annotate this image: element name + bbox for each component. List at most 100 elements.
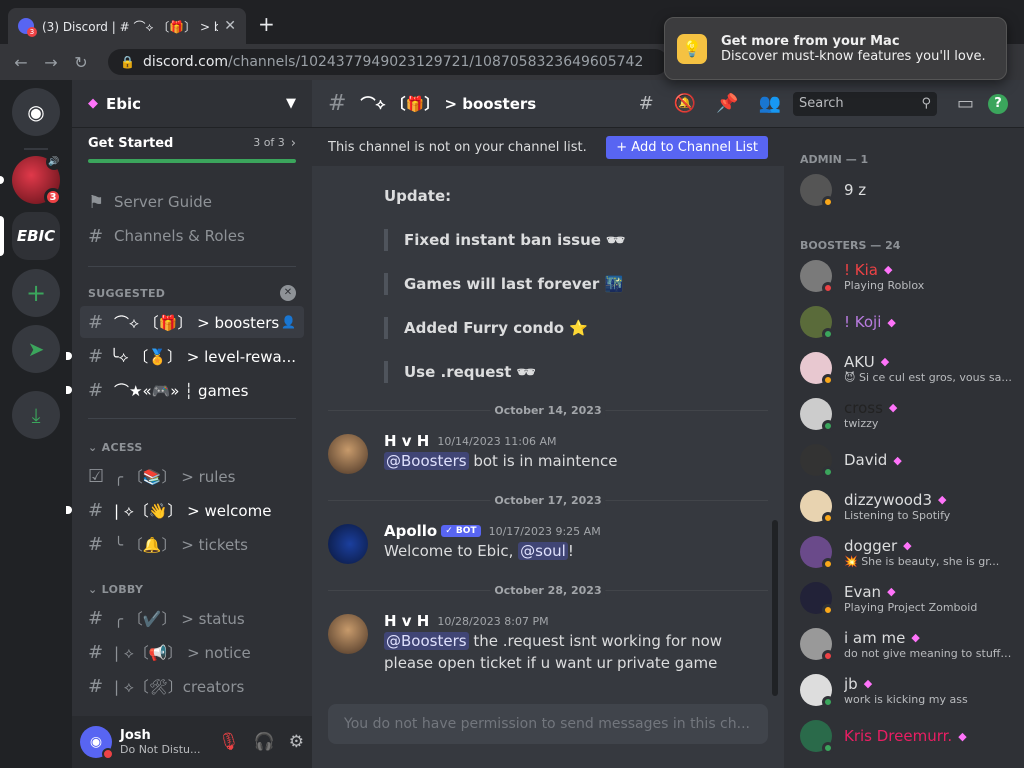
channel-games[interactable]: # ⌒★«🎮» ┆ games	[80, 374, 304, 406]
hash-icon: #	[88, 533, 104, 555]
notification-bell-off-icon[interactable]: 🔕	[674, 93, 696, 114]
category-suggested[interactable]: SUGGESTED	[88, 287, 165, 300]
user-mention[interactable]: @soul	[518, 542, 568, 560]
notification-title: Get more from your Mac	[721, 33, 900, 49]
channel-boosters[interactable]: # ⌒⟡ 〔🎁〕 > boosters 👤	[80, 306, 304, 338]
server-icon-ebic[interactable]: EBIC	[12, 212, 60, 260]
guild-name: Ebic	[106, 94, 142, 113]
chevron-down-icon: ▼	[286, 96, 296, 111]
guild-header[interactable]: ◆ Ebic ▼	[72, 80, 312, 128]
channel-level-rewards[interactable]: # ╰⟡ 〔🏅〕 > level-rewa...	[80, 340, 304, 372]
category-lobby[interactable]: ⌄ LOBBY	[88, 583, 143, 596]
address-bar[interactable]: 🔒 discord.com/channels/10243779490231297…	[108, 49, 668, 75]
booster-gem-icon: ◆	[958, 729, 967, 743]
add-server-icon[interactable]: +	[12, 269, 60, 317]
chat-scrollbar[interactable]	[772, 520, 778, 696]
hash-icon: #	[88, 499, 104, 521]
search-input[interactable]: Search ⚲	[792, 91, 937, 116]
lightbulb-icon: 💡	[677, 33, 707, 64]
avatar[interactable]	[328, 524, 368, 564]
dismiss-suggested-icon[interactable]: ✕	[280, 285, 296, 301]
member-row[interactable]: Evan ◆ Playing Project Zomboid	[800, 577, 1016, 619]
member-list-icon[interactable]: 👥	[759, 93, 781, 114]
help-icon[interactable]: ?	[988, 93, 1008, 114]
channel-label: | ⟡〔📢〕 > notice	[114, 643, 251, 662]
booster-gem-icon: ◆	[880, 355, 890, 368]
server-guide-label: Server Guide	[114, 193, 213, 211]
signpost-icon: ⚑	[88, 191, 105, 213]
message-timestamp: 10/28/2023 8:07 PM	[437, 614, 549, 628]
avatar[interactable]: ◉	[80, 726, 114, 760]
booster-gem-icon: ◆	[893, 453, 902, 467]
channel-sidebar: ◆ Ebic ▼ Get Started 3 of 3 › ⚑ Server Guid…	[66, 80, 312, 768]
unread-indicator	[66, 352, 72, 360]
server-guide-item[interactable]: ⚑ Server Guide	[80, 186, 304, 218]
member-activity: do not give meaning to stuff t...	[844, 646, 1014, 660]
member-row[interactable]: jb ◆ work is kicking my ass	[800, 669, 1016, 711]
channel-welcome[interactable]: # | ⟡〔👋〕 > welcome	[80, 494, 304, 526]
member-row[interactable]: Kris Dreemurr. ◆	[800, 715, 1016, 757]
member-row[interactable]: dizzywood3 ◆ Listening to Spotify	[800, 485, 1016, 527]
pin-icon[interactable]: 📌	[716, 93, 738, 114]
add-member-icon[interactable]: 👤	[281, 315, 296, 329]
member-name-row: AKU ◆	[844, 353, 1014, 371]
message-text: bot is in maintence	[468, 452, 618, 470]
role-mention[interactable]: @Boosters	[384, 452, 469, 470]
avatar	[800, 174, 834, 208]
avatar[interactable]	[328, 434, 368, 474]
explore-compass-icon[interactable]: ➤	[12, 325, 60, 373]
member-row[interactable]: dogger ◆ 💥 She is beauty, she is gr...	[800, 531, 1016, 573]
user-status: Do Not Distu...	[120, 743, 201, 756]
forward-icon[interactable]: →	[36, 53, 66, 72]
hash-icon: #	[88, 345, 104, 367]
download-icon[interactable]: ⤓	[12, 391, 60, 439]
headphones-icon[interactable]: 🎧	[254, 732, 275, 752]
mute-mic-icon[interactable]: 🎙	[218, 732, 240, 752]
channels-roles-item[interactable]: # Channels & Roles	[80, 220, 304, 252]
date-label: October 17, 2023	[490, 494, 606, 507]
member-name-row: cross ◆	[844, 399, 1014, 417]
message-author[interactable]: H v H	[384, 432, 429, 450]
channel-notice[interactable]: # | ⟡〔📢〕 > notice	[80, 636, 304, 668]
back-icon[interactable]: ←	[6, 53, 36, 72]
member-activity: 😈 Si ce cul est gros, vous sa...	[844, 370, 1012, 384]
member-row[interactable]: AKU ◆ 😈 Si ce cul est gros, vous sa...	[800, 347, 1016, 389]
avatar	[800, 628, 834, 662]
member-row[interactable]: ! Koji ◆	[800, 301, 1016, 343]
admin-header: ADMIN — 1	[800, 153, 869, 166]
channel-label: | ⟡〔👋〕 > welcome	[114, 501, 272, 520]
member-row[interactable]: cross ◆ twizzy	[800, 393, 1016, 435]
message-author[interactable]: Apollo	[384, 522, 437, 540]
add-to-channel-list-button[interactable]: + Add to Channel List	[606, 135, 768, 159]
channel-rules[interactable]: ☑ ╭ 〔📚〕 > rules	[80, 460, 304, 492]
channel-status[interactable]: # ╭ 〔✔️〕 > status	[80, 602, 304, 634]
discord-home-icon[interactable]: ◉	[12, 88, 60, 136]
threads-icon[interactable]: #	[639, 93, 654, 114]
message-author[interactable]: H v H	[384, 612, 429, 630]
server-icon-red[interactable]: 🔊 3	[12, 154, 62, 206]
member-row[interactable]: i am me ◆ do not give meaning to stuff t..…	[800, 623, 1016, 665]
member-name-row: David ◆	[844, 451, 902, 469]
role-mention[interactable]: @Boosters	[384, 632, 469, 650]
date-divider: October 14, 2023	[328, 404, 768, 417]
channel-tickets[interactable]: # ╰ 〔🔔〕 > tickets	[80, 528, 304, 560]
category-acess[interactable]: ⌄ ACESS	[88, 441, 143, 454]
reload-icon[interactable]: ↻	[66, 53, 96, 72]
channel-creators[interactable]: # | ⟡〔🛠〕creators	[80, 670, 304, 702]
message: H v H 10/28/2023 8:07 PM @Boosters the .r…	[328, 612, 768, 674]
mac-notification[interactable]: 💡 Get more from your Mac Discover must-k…	[664, 17, 1007, 80]
avatar[interactable]	[328, 614, 368, 654]
message-text: Welcome to Ebic,	[384, 542, 519, 560]
browser-tab[interactable]: 3 (3) Discord | # ⌒⟡ 〔🎁〕 > boo ✕	[8, 8, 246, 44]
member-row[interactable]: 9 z	[800, 169, 1016, 211]
message-text: !	[567, 542, 574, 560]
close-tab-icon[interactable]: ✕	[224, 18, 236, 34]
inbox-icon[interactable]: ▭	[957, 93, 974, 114]
checkbox-icon: ☑	[88, 465, 105, 487]
new-tab-icon[interactable]: +	[258, 12, 275, 36]
quote-line: Use .request 🕶	[384, 361, 536, 383]
gear-icon[interactable]: ⚙	[289, 732, 304, 752]
member-row[interactable]: ! Kia ◆ Playing Roblox	[800, 255, 1016, 297]
get-started-panel[interactable]: Get Started 3 of 3 ›	[88, 136, 296, 163]
member-row[interactable]: David ◆	[800, 439, 1016, 481]
